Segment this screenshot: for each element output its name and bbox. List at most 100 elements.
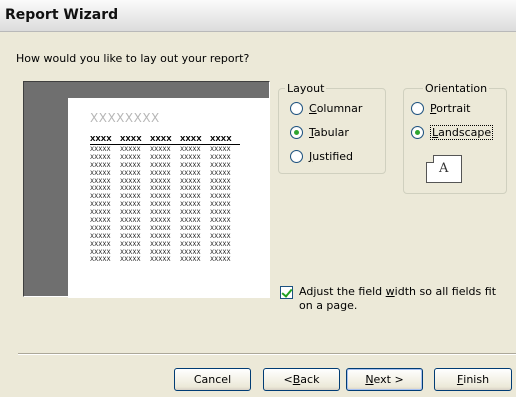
preview-data-cell: XXXXX <box>180 256 201 264</box>
layout-prompt: How would you like to lay out your repor… <box>16 52 250 65</box>
preview-data-cell: XXXXX <box>210 169 231 177</box>
preview-data-cell: XXXXX <box>210 193 231 201</box>
preview-data-cell: XXXXX <box>90 169 111 177</box>
radio-button[interactable] <box>290 101 303 115</box>
preview-data-row: XXXXX XXXXX XXXXX XXXXX XXXXX <box>90 233 240 241</box>
preview-data-cell: XXXXX <box>120 256 141 264</box>
preview-column-headers: XXXX XXXX XXXX XXXX XXXX <box>90 135 240 143</box>
preview-data-cell: XXXXX <box>120 161 141 169</box>
preview-data-cell: XXXXX <box>90 224 111 232</box>
preview-data-cell: XXXXX <box>120 217 141 225</box>
preview-data-cell: XXXXX <box>90 146 111 153</box>
back-button[interactable]: < Back <box>263 368 340 391</box>
adjust-field-width-label: Adjust the field width so all fields fit… <box>299 285 497 312</box>
radio-columnar-label: Columnar <box>309 101 363 115</box>
radio-portrait-label: Portrait <box>430 101 471 115</box>
preview-data-cell: XXXXX <box>90 240 111 248</box>
preview-data-cell: XXXXX <box>150 161 171 169</box>
preview-data-cell: XXXXX <box>180 169 201 177</box>
preview-data-cell: XXXXX <box>180 240 201 248</box>
preview-data-cell: XXXXX <box>150 201 171 209</box>
radio-justified[interactable]: Justified <box>290 149 353 163</box>
preview-data-row: XXXXX XXXXX XXXXX XXXXX XXXXX <box>90 217 240 225</box>
preview-data-cell: XXXXX <box>210 224 231 232</box>
preview-data-row: XXXXX XXXXX XXXXX XXXXX XXXXX <box>90 185 240 193</box>
preview-data-cell: XXXXX <box>180 161 201 169</box>
preview-data-cell: XXXXX <box>90 177 111 185</box>
preview-data-cell: XXXXX <box>180 153 201 161</box>
preview-data-cell: XXXXX <box>120 240 141 248</box>
preview-data-cell: XXXXX <box>150 224 171 232</box>
radio-button[interactable] <box>411 101 424 115</box>
preview-data-row: XXXXX XXXXX XXXXX XXXXX XXXXX <box>90 225 240 233</box>
preview-data-cell: XXXXX <box>90 161 111 169</box>
preview-data-cell: XXXXX <box>120 153 141 161</box>
preview-data-cell: XXXXX <box>90 185 111 193</box>
preview-data-cell: XXXXX <box>150 169 171 177</box>
preview-data-row: XXXXX XXXXX XXXXX XXXXX XXXXX <box>90 201 240 209</box>
title-bar[interactable]: Report Wizard <box>0 0 516 32</box>
preview-data-cell: XXXXX <box>210 146 231 153</box>
preview-data-row: XXXXX XXXXX XXXXX XXXXX XXXXX <box>90 170 240 178</box>
preview-data-cell: XXXXX <box>210 248 231 256</box>
radio-button-selected[interactable] <box>411 125 424 139</box>
preview-data-row: XXXXX XXXXX XXXXX XXXXX XXXXX <box>90 146 240 154</box>
preview-data-cell: XXXXX <box>90 256 111 264</box>
preview-data-cell: XXXXX <box>210 177 231 185</box>
radio-justified-label: Justified <box>309 149 354 163</box>
preview-data-cell: XXXXX <box>210 256 231 264</box>
preview-data-row: XXXXX XXXXX XXXXX XXXXX XXXXX <box>90 193 240 201</box>
radio-tabular[interactable]: Tabular <box>290 125 349 139</box>
preview-header-rule <box>90 144 240 145</box>
report-preview: XXXXXXXX XXXX XXXX XXXX XXXX XXXX XXXXX X… <box>23 81 270 298</box>
radio-portrait[interactable]: Portrait <box>411 101 470 115</box>
preview-data-cell: XXXXX <box>180 146 201 153</box>
preview-data-cell: XXXXX <box>90 153 111 161</box>
preview-data-cell: XXXXX <box>120 232 141 240</box>
preview-data-row: XXXXX XXXXX XXXXX XXXXX XXXXX <box>90 162 240 170</box>
radio-button[interactable] <box>290 149 303 163</box>
adjust-field-width-option[interactable]: Adjust the field width so all fields fit… <box>280 285 510 313</box>
preview-header: XXXX <box>180 135 202 143</box>
preview-data-cell: XXXXX <box>180 177 201 185</box>
radio-button-selected[interactable] <box>290 125 303 139</box>
cancel-button[interactable]: Cancel <box>174 368 251 391</box>
window-title: Report Wizard <box>5 7 119 23</box>
preview-data-cell: XXXXX <box>90 217 111 225</box>
radio-landscape[interactable]: Landscape <box>411 124 494 140</box>
preview-data-cell: XXXXX <box>210 185 231 193</box>
preview-data-cell: XXXXX <box>150 240 171 248</box>
preview-data-cell: XXXXX <box>150 177 171 185</box>
preview-data-cell: XXXXX <box>90 232 111 240</box>
preview-data-row: XXXXX XXXXX XXXXX XXXXX XXXXX <box>90 154 240 162</box>
preview-data-row: XXXXX XXXXX XXXXX XXXXX XXXXX <box>90 209 240 217</box>
preview-data-cell: XXXXX <box>180 217 201 225</box>
preview-data-cell: XXXXX <box>120 185 141 193</box>
preview-data-cell: XXXXX <box>120 169 141 177</box>
preview-data-cell: XXXXX <box>150 209 171 217</box>
preview-data-cell: XXXXX <box>120 224 141 232</box>
layout-group: Layout Columnar Tabular Justified <box>278 82 386 174</box>
preview-data-cell: XXXXX <box>180 193 201 201</box>
preview-data-row: XXXXX XXXXX XXXXX XXXXX XXXXX <box>90 256 240 264</box>
preview-data-cell: XXXXX <box>210 217 231 225</box>
preview-page: XXXXXXXX XXXX XXXX XXXX XXXX XXXX XXXXX X… <box>68 98 270 298</box>
button-separator <box>18 353 516 355</box>
preview-data-cell: XXXXX <box>180 232 201 240</box>
preview-data-cell: XXXXX <box>120 177 141 185</box>
preview-data-cell: XXXXX <box>180 185 201 193</box>
finish-button[interactable]: Finish <box>434 368 512 391</box>
preview-data-cell: XXXXX <box>150 217 171 225</box>
preview-data-cell: XXXXX <box>120 209 141 217</box>
layout-group-label: Layout <box>285 82 327 95</box>
radio-columnar[interactable]: Columnar <box>290 101 362 115</box>
preview-header: XXXX <box>90 135 112 143</box>
preview-data-cell: XXXXX <box>150 193 171 201</box>
next-button[interactable]: Next > <box>346 368 423 391</box>
adjust-field-width-checkbox[interactable] <box>280 286 293 299</box>
preview-data-cell: XXXXX <box>210 209 231 217</box>
preview-data-cell: XXXXX <box>120 201 141 209</box>
preview-data-cell: XXXXX <box>120 193 141 201</box>
preview-data-rows: XXXXX XXXXX XXXXX XXXXX XXXXX XXXXX XXXXX XXXXX… <box>90 146 240 264</box>
report-wizard-window: Report Wizard How would you like to lay … <box>0 0 516 397</box>
